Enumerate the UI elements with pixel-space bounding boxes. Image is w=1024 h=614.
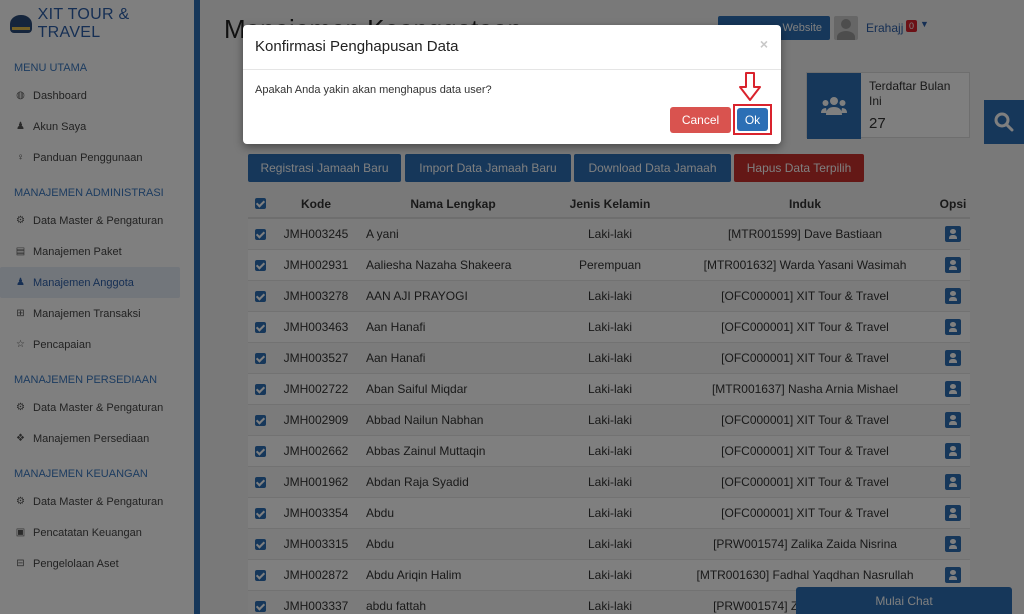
cancel-button[interactable]: Cancel xyxy=(670,107,731,133)
modal-title: Konfirmasi Penghapusan Data xyxy=(255,38,459,55)
close-icon[interactable]: × xyxy=(760,36,768,52)
modal-message: Apakah Anda yakin akan menghapus data us… xyxy=(255,84,492,96)
ok-button-highlight: Ok xyxy=(733,104,772,135)
modal-divider xyxy=(243,69,781,70)
ok-button[interactable]: Ok xyxy=(737,108,768,131)
arrow-down-icon xyxy=(739,72,761,101)
confirm-delete-modal: Konfirmasi Penghapusan Data × Apakah And… xyxy=(243,25,781,144)
